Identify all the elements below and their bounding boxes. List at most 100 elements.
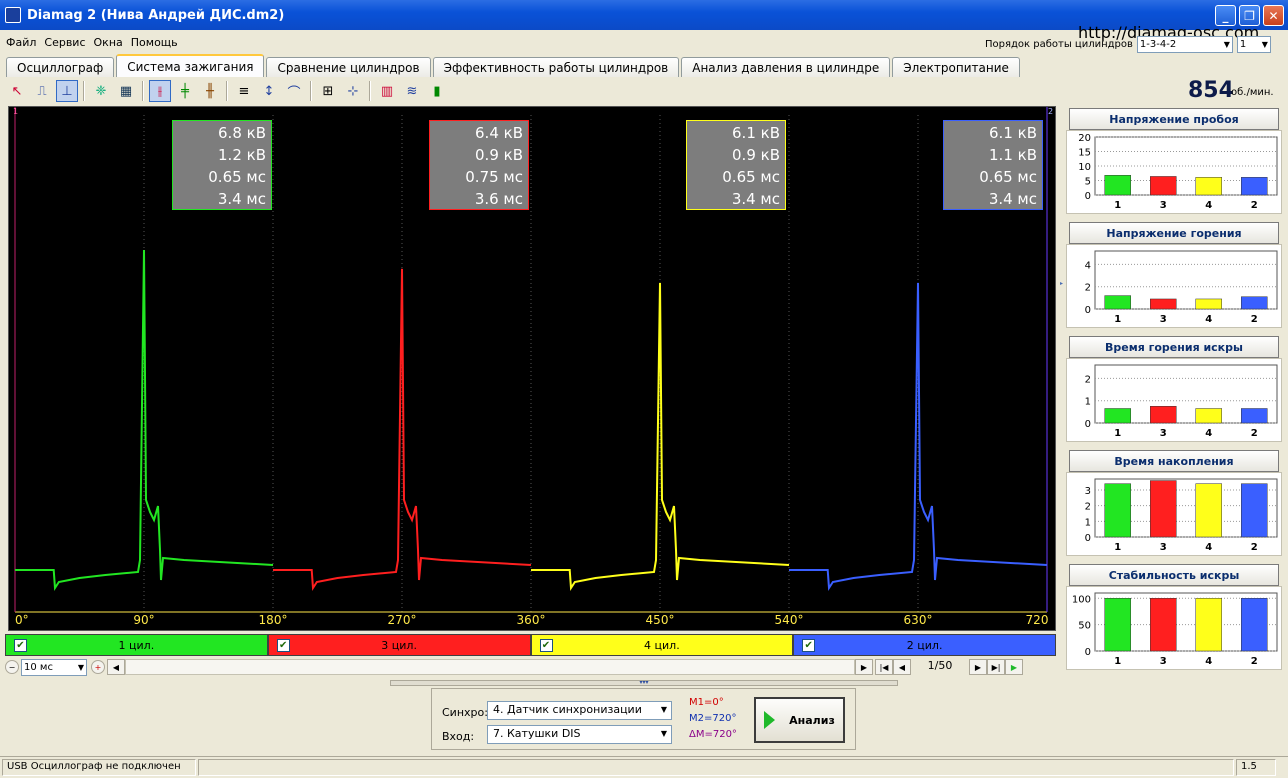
connection-status: USB Осциллограф не подключен (2, 759, 196, 776)
counter-icon[interactable]: ▦ (115, 80, 137, 102)
y-tick-label: 0 (1085, 191, 1091, 202)
next-frame-icon[interactable]: ▶ (969, 659, 987, 675)
bar (1104, 295, 1131, 310)
chevron-down-icon: ▼ (1223, 40, 1230, 49)
burn-voltage: 0.9 кВ (732, 146, 780, 164)
tab-cylinder-compare[interactable]: Сравнение цилиндров (266, 57, 431, 77)
firing-order: Порядок работы цилиндров 1-3-4-2 ▼ 1 ▼ (985, 36, 1271, 53)
status-empty (198, 759, 1234, 776)
cylinder-4-toggle[interactable]: ✔ 4 цил. (530, 634, 794, 656)
bar (1150, 480, 1177, 538)
cylinder-2-readout: 6.1 кВ 1.1 кВ 0.65 мс 3.4 мс (943, 120, 1043, 210)
dwell-time: 3.4 мс (988, 190, 1037, 208)
analyze-label: Анализ (789, 713, 835, 727)
x-tick-label: 2 (1251, 314, 1258, 325)
scroll-right-icon[interactable]: ▶ (855, 659, 873, 675)
panel-title[interactable]: Время горения искры (1069, 336, 1279, 358)
overlay-mode-icon[interactable]: ⫲ (149, 80, 171, 102)
rising-edge-icon[interactable]: ⎍ (31, 80, 53, 102)
raster-mode-icon[interactable]: ╫ (199, 80, 221, 102)
checkbox-icon[interactable]: ✔ (802, 639, 816, 652)
sync-value: 4. Датчик синхронизации (493, 703, 642, 716)
checkbox-icon[interactable]: ✔ (276, 639, 290, 652)
cylinder-1-readout: 6.8 кВ 1.2 кВ 0.65 мс 3.4 мс (172, 120, 272, 210)
panel-title[interactable]: Напряжение горения (1069, 222, 1279, 244)
sync-select[interactable]: 4. Датчик синхронизации ▼ (487, 701, 672, 720)
panel-spark-stability: Стабильность искры 100 50 0 1 3 4 2 (1066, 562, 1282, 670)
histogram-icon[interactable]: ▮ (426, 80, 448, 102)
timebase-select[interactable]: 10 мс ▼ (21, 658, 87, 676)
y-tick-label: 100 (1072, 594, 1091, 605)
firing-order-value: 1-3-4-2 (1139, 39, 1177, 50)
zoom-in-icon[interactable]: + (91, 660, 105, 674)
panel-title[interactable]: Стабильность искры (1069, 564, 1279, 586)
tab-efficiency[interactable]: Эффективность работы цилиндров (432, 57, 680, 77)
close-button[interactable]: ✕ (1263, 5, 1284, 26)
start-cylinder-select[interactable]: 1 ▼ (1236, 36, 1271, 53)
frame-counter: 1/50 (927, 659, 953, 672)
checkbox-icon[interactable]: ✔ (14, 639, 27, 652)
spark-icon[interactable]: ❈ (90, 80, 112, 102)
y-tick-label: 3 (1085, 486, 1091, 497)
firing-order-select[interactable]: 1-3-4-2 ▼ (1136, 36, 1233, 53)
arc-icon[interactable]: ⌒ (283, 80, 305, 102)
dwell-time: 3.4 мс (731, 190, 780, 208)
panel-splitter[interactable]: ▾▾▾ (390, 680, 898, 686)
scroll-left-icon[interactable]: ◀ (107, 659, 125, 675)
grid-icon[interactable]: ≡ (233, 80, 255, 102)
burn-voltage: 1.2 кВ (218, 146, 266, 164)
cylinder-2-toggle[interactable]: ✔ 2 цил. (793, 634, 1056, 656)
vertical-scale-icon[interactable]: ↕ (258, 80, 280, 102)
menu-help[interactable]: Помощь (131, 36, 178, 49)
tab-ignition[interactable]: Система зажигания (116, 54, 265, 77)
cylinder-4-readout: 6.1 кВ 0.9 кВ 0.65 мс 3.4 мс (686, 120, 786, 210)
cylinder-2-label: 2 цил. (906, 638, 943, 652)
input-select[interactable]: 7. Катушки DIS ▼ (487, 725, 672, 744)
first-frame-icon[interactable]: |◀ (875, 659, 893, 675)
analyze-button[interactable]: Анализ (754, 697, 845, 743)
marker-delta: ΔM=720° (689, 729, 737, 740)
play-icon[interactable]: ▶ (1005, 659, 1023, 675)
cylinder-3-toggle[interactable]: ✔ 3 цил. (267, 634, 531, 656)
y-tick-label: 2 (1085, 283, 1091, 294)
bar-chart-icon[interactable]: ▥ (376, 80, 398, 102)
bar (1150, 176, 1177, 196)
falling-edge-icon[interactable]: ⊥ (56, 80, 78, 102)
measure-icon[interactable]: ⊞ (317, 80, 339, 102)
tab-power[interactable]: Электропитание (892, 57, 1020, 77)
oscillogram-plot[interactable]: 0° 90° 180° 270° 360° 450° 540° 630° 720 1 2 6.8 к… (8, 106, 1056, 631)
tab-strip: Осциллограф Система зажигания Сравнение … (6, 54, 1022, 77)
marker-m2: M2=720° (689, 713, 737, 724)
dwell-time: 3.6 мс (474, 190, 523, 208)
firing-order-label: Порядок работы цилиндров (985, 39, 1133, 50)
horizontal-scrollbar[interactable] (125, 659, 855, 675)
axis-tick-label: 0° (15, 613, 29, 627)
tab-oscillograph[interactable]: Осциллограф (6, 57, 115, 77)
cylinder-4-label: 4 цил. (644, 638, 680, 652)
bar (1104, 483, 1131, 538)
version: 1.5 (1236, 759, 1276, 776)
x-tick-label: 1 (1114, 542, 1121, 553)
panel-title[interactable]: Время накопления (1069, 450, 1279, 472)
acquisition-controls: Синхро: 4. Датчик синхронизации ▼ Вход: 7… (431, 688, 856, 750)
chevron-down-icon: ▼ (660, 705, 667, 714)
play-icon (764, 711, 776, 729)
panel-title[interactable]: Напряжение пробоя (1069, 108, 1279, 130)
zoom-out-icon[interactable]: − (5, 660, 19, 674)
menu-service[interactable]: Сервис (44, 36, 85, 49)
menu-file[interactable]: Файл (6, 36, 36, 49)
parade-mode-icon[interactable]: ╪ (174, 80, 196, 102)
menu-windows[interactable]: Окна (94, 36, 123, 49)
cylinder-1-toggle[interactable]: ✔ 1 цил. (5, 634, 268, 656)
waves-icon[interactable]: ≋ (401, 80, 423, 102)
checkbox-icon[interactable]: ✔ (539, 639, 553, 652)
burn-time: 0.65 мс (722, 168, 780, 186)
chevron-down-icon: ▼ (77, 662, 84, 672)
sync-edge-icon[interactable]: ⊹ (342, 80, 364, 102)
tab-pressure[interactable]: Анализ давления в цилиндре (681, 57, 891, 77)
last-frame-icon[interactable]: ▶| (987, 659, 1005, 675)
x-tick-label: 2 (1251, 428, 1258, 439)
cursor-tool-icon[interactable]: ↖ (6, 80, 28, 102)
splitter-grip-icon[interactable]: ▸ (1060, 280, 1064, 294)
prev-frame-icon[interactable]: ◀ (893, 659, 911, 675)
